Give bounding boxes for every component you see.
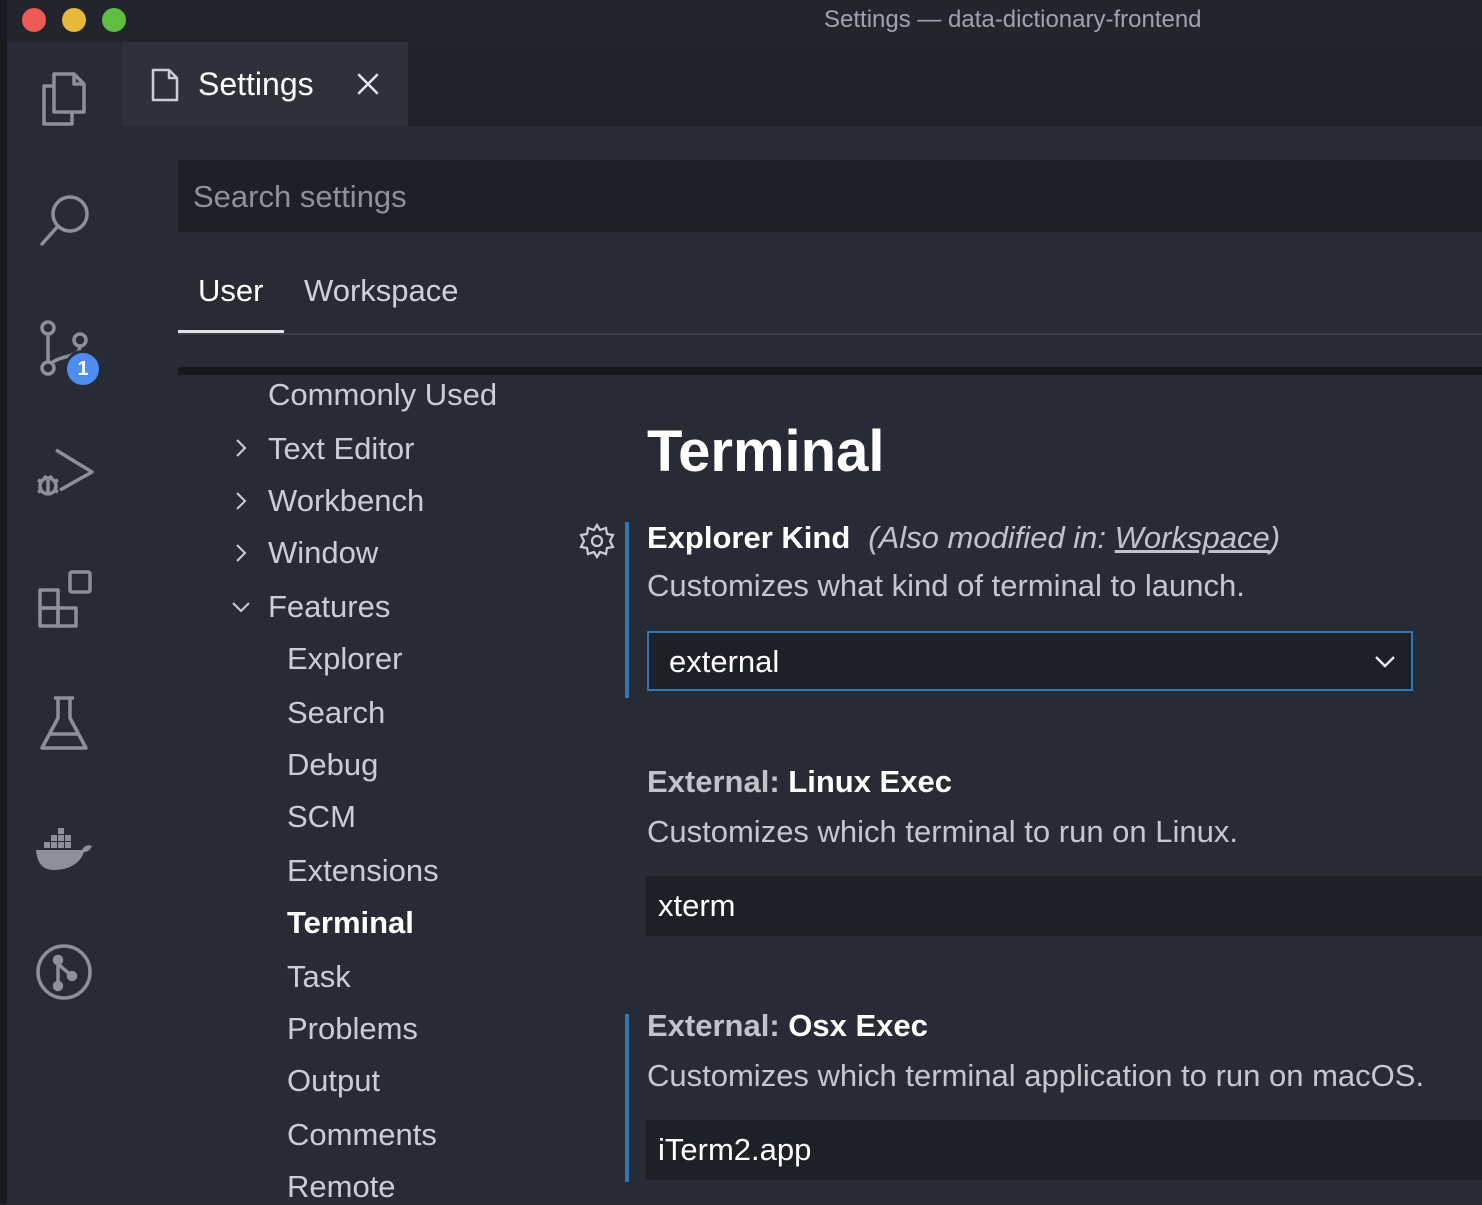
input-value: xterm [658, 888, 736, 923]
explorer-kind-select[interactable]: external [647, 631, 1413, 691]
tab-settings[interactable]: Settings [122, 42, 408, 126]
setting-explorer-kind-description: Customizes what kind of terminal to laun… [647, 568, 1245, 603]
search-view-button[interactable] [28, 184, 100, 256]
toc-search[interactable]: Search [287, 695, 385, 731]
linux-exec-input[interactable]: xterm [646, 876, 1482, 936]
gitlens-button[interactable] [28, 936, 100, 1008]
also-modified-prefix: (Also modified in: [868, 520, 1115, 555]
toc-problems[interactable]: Problems [287, 1011, 418, 1047]
section-title: Terminal [647, 419, 885, 484]
toc-features[interactable]: Features [268, 589, 390, 625]
modified-indicator [625, 522, 629, 698]
explorer-button[interactable] [28, 62, 100, 134]
chevron-down-icon [232, 602, 250, 613]
file-icon [151, 68, 179, 102]
active-tab-indicator [178, 330, 284, 333]
activity-bar [7, 42, 122, 1204]
source-control-badge: 1 [64, 350, 102, 388]
setting-explorer-kind-title: Explorer Kind (Also modified in: Workspac… [647, 520, 1280, 556]
setting-name: Linux Exec [788, 764, 952, 799]
osx-exec-input[interactable]: iTerm2.app [646, 1120, 1482, 1180]
docker-icon [36, 828, 92, 870]
toc-remote[interactable]: Remote [287, 1169, 396, 1205]
header-shadow [178, 367, 1482, 375]
chevron-right-icon [236, 544, 247, 562]
run-debug-icon [37, 448, 94, 496]
search-settings-box [178, 160, 1482, 234]
toc-workbench[interactable]: Workbench [268, 483, 424, 519]
toc-text-editor[interactable]: Text Editor [268, 431, 414, 467]
tab-user[interactable]: User [198, 273, 263, 309]
extensions-button[interactable] [28, 562, 100, 634]
modified-indicator [625, 1014, 629, 1182]
editor-tab-bar: Settings [122, 42, 1482, 126]
maximize-window-button[interactable] [102, 8, 126, 32]
close-window-button[interactable] [22, 8, 46, 32]
window-left-edge [0, 0, 7, 1204]
toc-extensions[interactable]: Extensions [287, 853, 439, 889]
minimize-window-button[interactable] [62, 8, 86, 32]
search-settings-input[interactable] [178, 160, 1475, 234]
setting-linux-exec-description: Customizes which terminal to run on Linu… [647, 814, 1238, 849]
chevron-down-icon [1375, 656, 1395, 668]
toc-task[interactable]: Task [287, 959, 351, 995]
title-bar: Settings — data-dictionary-frontend [7, 0, 1482, 42]
search-icon [40, 195, 89, 246]
toc-output[interactable]: Output [287, 1063, 380, 1099]
toc-comments[interactable]: Comments [287, 1117, 437, 1153]
setting-category: External: [647, 764, 789, 799]
chevron-right-icon [236, 492, 247, 510]
setting-osx-exec-description: Customizes which terminal application to… [647, 1058, 1425, 1093]
toc-window[interactable]: Window [268, 535, 378, 571]
tab-close-button[interactable] [352, 68, 384, 100]
chevron-right-icon [236, 439, 247, 457]
toc-commonly-used[interactable]: Commonly Used [268, 377, 497, 413]
docker-button[interactable] [28, 812, 100, 884]
extensions-icon [38, 570, 92, 628]
testing-button[interactable] [28, 686, 100, 758]
workspace-link[interactable]: Workspace [1115, 520, 1270, 555]
input-value: iTerm2.app [658, 1132, 812, 1167]
also-modified-note: (Also modified in: Workspace) [868, 520, 1280, 555]
toc-terminal[interactable]: Terminal [287, 905, 414, 941]
select-value: external [669, 644, 780, 679]
window-title: Settings — data-dictionary-frontend [824, 6, 1202, 33]
toc-debug[interactable]: Debug [287, 747, 378, 783]
setting-linux-exec-title: External: Linux Exec [647, 764, 952, 800]
tab-label: Settings [198, 66, 314, 102]
also-modified-suffix: ) [1269, 520, 1281, 555]
gitlens-icon [36, 944, 92, 1000]
setting-category: External: [647, 1008, 789, 1043]
close-icon [357, 73, 379, 95]
run-debug-button[interactable] [28, 436, 100, 508]
setting-osx-exec-title: External: Osx Exec [647, 1008, 928, 1044]
toc-explorer[interactable]: Explorer [287, 641, 402, 677]
files-icon [42, 72, 86, 126]
settings-scope-tabs: User Workspace [178, 255, 1482, 335]
setting-name: Explorer Kind [647, 520, 851, 555]
gear-icon[interactable] [578, 522, 616, 560]
toc-scm[interactable]: SCM [287, 799, 356, 835]
testing-flask-icon [40, 696, 88, 750]
tab-workspace[interactable]: Workspace [304, 273, 459, 309]
setting-name: Osx Exec [788, 1008, 928, 1043]
